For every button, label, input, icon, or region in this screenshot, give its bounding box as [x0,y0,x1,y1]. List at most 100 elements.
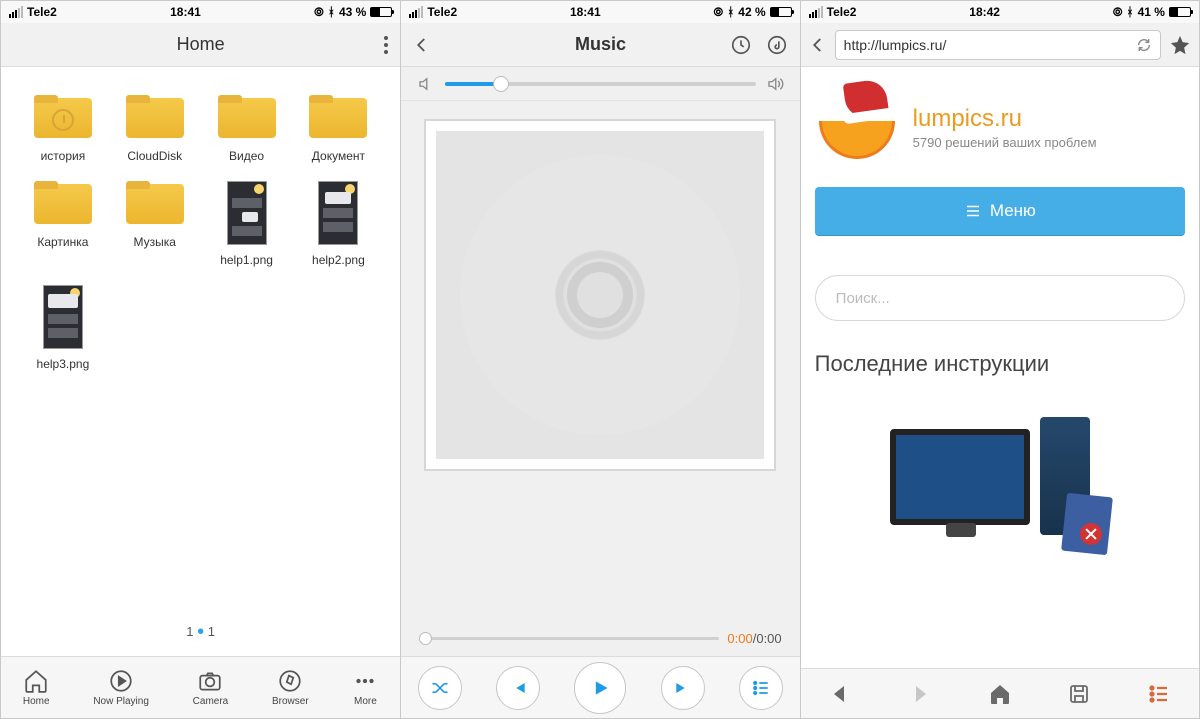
volume-slider[interactable] [445,82,755,86]
reload-icon[interactable] [1136,37,1152,53]
folder-document[interactable]: Документ [297,95,379,163]
camera-icon [197,668,223,694]
battery-pct: 42 % [738,5,765,19]
battery-pct: 41 % [1138,5,1165,19]
disc-icon [460,155,740,435]
status-bar: Tele2 18:41 ⦾ ᚼ 42 % [401,1,799,23]
tab-more[interactable]: More [352,668,378,707]
page-title: Music [575,34,626,55]
clock: 18:41 [170,5,201,19]
back-icon[interactable] [809,36,827,54]
screen-browser: Tele2 18:42 ⦾ ᚼ 41 % http://lumpics.ru/ … [800,1,1199,718]
history-icon[interactable] [730,34,752,56]
nav-home-icon[interactable] [988,682,1012,706]
star-icon[interactable] [1169,34,1191,56]
battery-pct: 43 % [339,5,366,19]
shuffle-button[interactable] [418,666,462,710]
web-content[interactable]: lumpics.ru 5790 решений ваших проблем Ме… [801,67,1199,668]
save-icon[interactable] [1067,682,1091,706]
nav-forward-icon[interactable] [908,682,932,706]
screen-home: Tele2 18:41 ⦾ ᚼ 43 % Home история CloudD… [1,1,400,718]
file-help3[interactable]: help3.png [22,285,104,371]
site-name: lumpics.ru [913,105,1097,133]
list-icon[interactable] [1147,682,1171,706]
volume-up-icon[interactable] [766,75,784,93]
play-circle-icon [108,668,134,694]
seek-row: 0:00/0:00 [401,631,799,646]
bluetooth-icon: ᚼ [727,5,734,19]
time-display: 0:00/0:00 [727,631,781,646]
tab-now-playing[interactable]: Now Playing [93,668,149,707]
page-indicator: 1 • 1 [1,621,400,644]
folder-video[interactable]: Видео [206,95,288,163]
tab-browser[interactable]: Browser [272,668,309,707]
site-logo-row: lumpics.ru 5790 решений ваших проблем [815,81,1185,187]
folder-music[interactable]: Музыка [114,181,196,267]
status-bar: Tele2 18:41 ⦾ ᚼ 43 % [1,1,400,23]
browser-toolbar [801,668,1199,718]
tab-home[interactable]: Home [23,668,50,707]
carrier-label: Tele2 [827,5,857,19]
player-body: 0:00/0:00 [401,101,799,718]
tab-camera[interactable]: Camera [193,668,229,707]
folder-icon [34,181,92,227]
section-heading: Последние инструкции [815,351,1185,377]
signal-icon [409,6,423,18]
playlist-icon[interactable] [766,34,788,56]
seek-slider[interactable] [419,637,719,640]
file-grid-area: история CloudDisk Видео Документ Картинк… [1,67,400,656]
article-illustration [880,409,1120,549]
clock: 18:41 [570,5,601,19]
more-icon [352,668,378,694]
home-icon [23,668,49,694]
site-logo-icon [819,87,899,167]
menu-icon[interactable] [384,36,388,54]
battery-icon [1169,7,1191,17]
queue-button[interactable] [739,666,783,710]
album-art-frame [424,119,776,471]
folder-icon [34,95,92,141]
alarm-icon: ⦾ [713,5,723,20]
image-thumb [318,181,358,245]
alarm-icon: ⦾ [1113,5,1123,20]
address-bar-row: http://lumpics.ru/ [801,23,1199,67]
carrier-label: Tele2 [27,5,57,19]
prev-button[interactable] [496,666,540,710]
header: Home [1,23,400,67]
search-placeholder: Поиск... [836,290,890,307]
signal-icon [9,6,23,18]
file-help1[interactable]: help1.png [206,181,288,267]
bluetooth-icon: ᚼ [1126,5,1133,19]
file-help2[interactable]: help2.png [297,181,379,267]
menu-button[interactable]: Меню [815,187,1185,235]
site-tagline: 5790 решений ваших проблем [913,135,1097,150]
nav-back-icon[interactable] [828,682,852,706]
folder-icon [126,95,184,141]
search-input[interactable]: Поиск... [815,275,1185,321]
compass-icon [277,668,303,694]
status-bar: Tele2 18:42 ⦾ ᚼ 41 % [801,1,1199,23]
volume-row [401,67,799,101]
folder-icon [309,95,367,141]
folder-icon [126,181,184,227]
signal-icon [809,6,823,18]
next-button[interactable] [661,666,705,710]
folder-clouddisk[interactable]: CloudDisk [114,95,196,163]
header: Music [401,23,799,67]
play-button[interactable] [574,662,626,714]
carrier-label: Tele2 [427,5,457,19]
hamburger-icon [964,202,982,220]
page-title: Home [177,34,225,55]
volume-mute-icon[interactable] [417,75,435,93]
back-icon[interactable] [413,36,431,54]
url-text: http://lumpics.ru/ [844,37,1136,53]
folder-pictures[interactable]: Картинка [22,181,104,267]
image-thumb [43,285,83,349]
tab-bar: Home Now Playing Camera Browser More [1,656,400,718]
error-icon [1080,523,1102,545]
address-bar[interactable]: http://lumpics.ru/ [835,30,1161,60]
image-thumb [227,181,267,245]
battery-icon [370,7,392,17]
folder-history[interactable]: история [22,95,104,163]
player-controls [401,656,799,718]
